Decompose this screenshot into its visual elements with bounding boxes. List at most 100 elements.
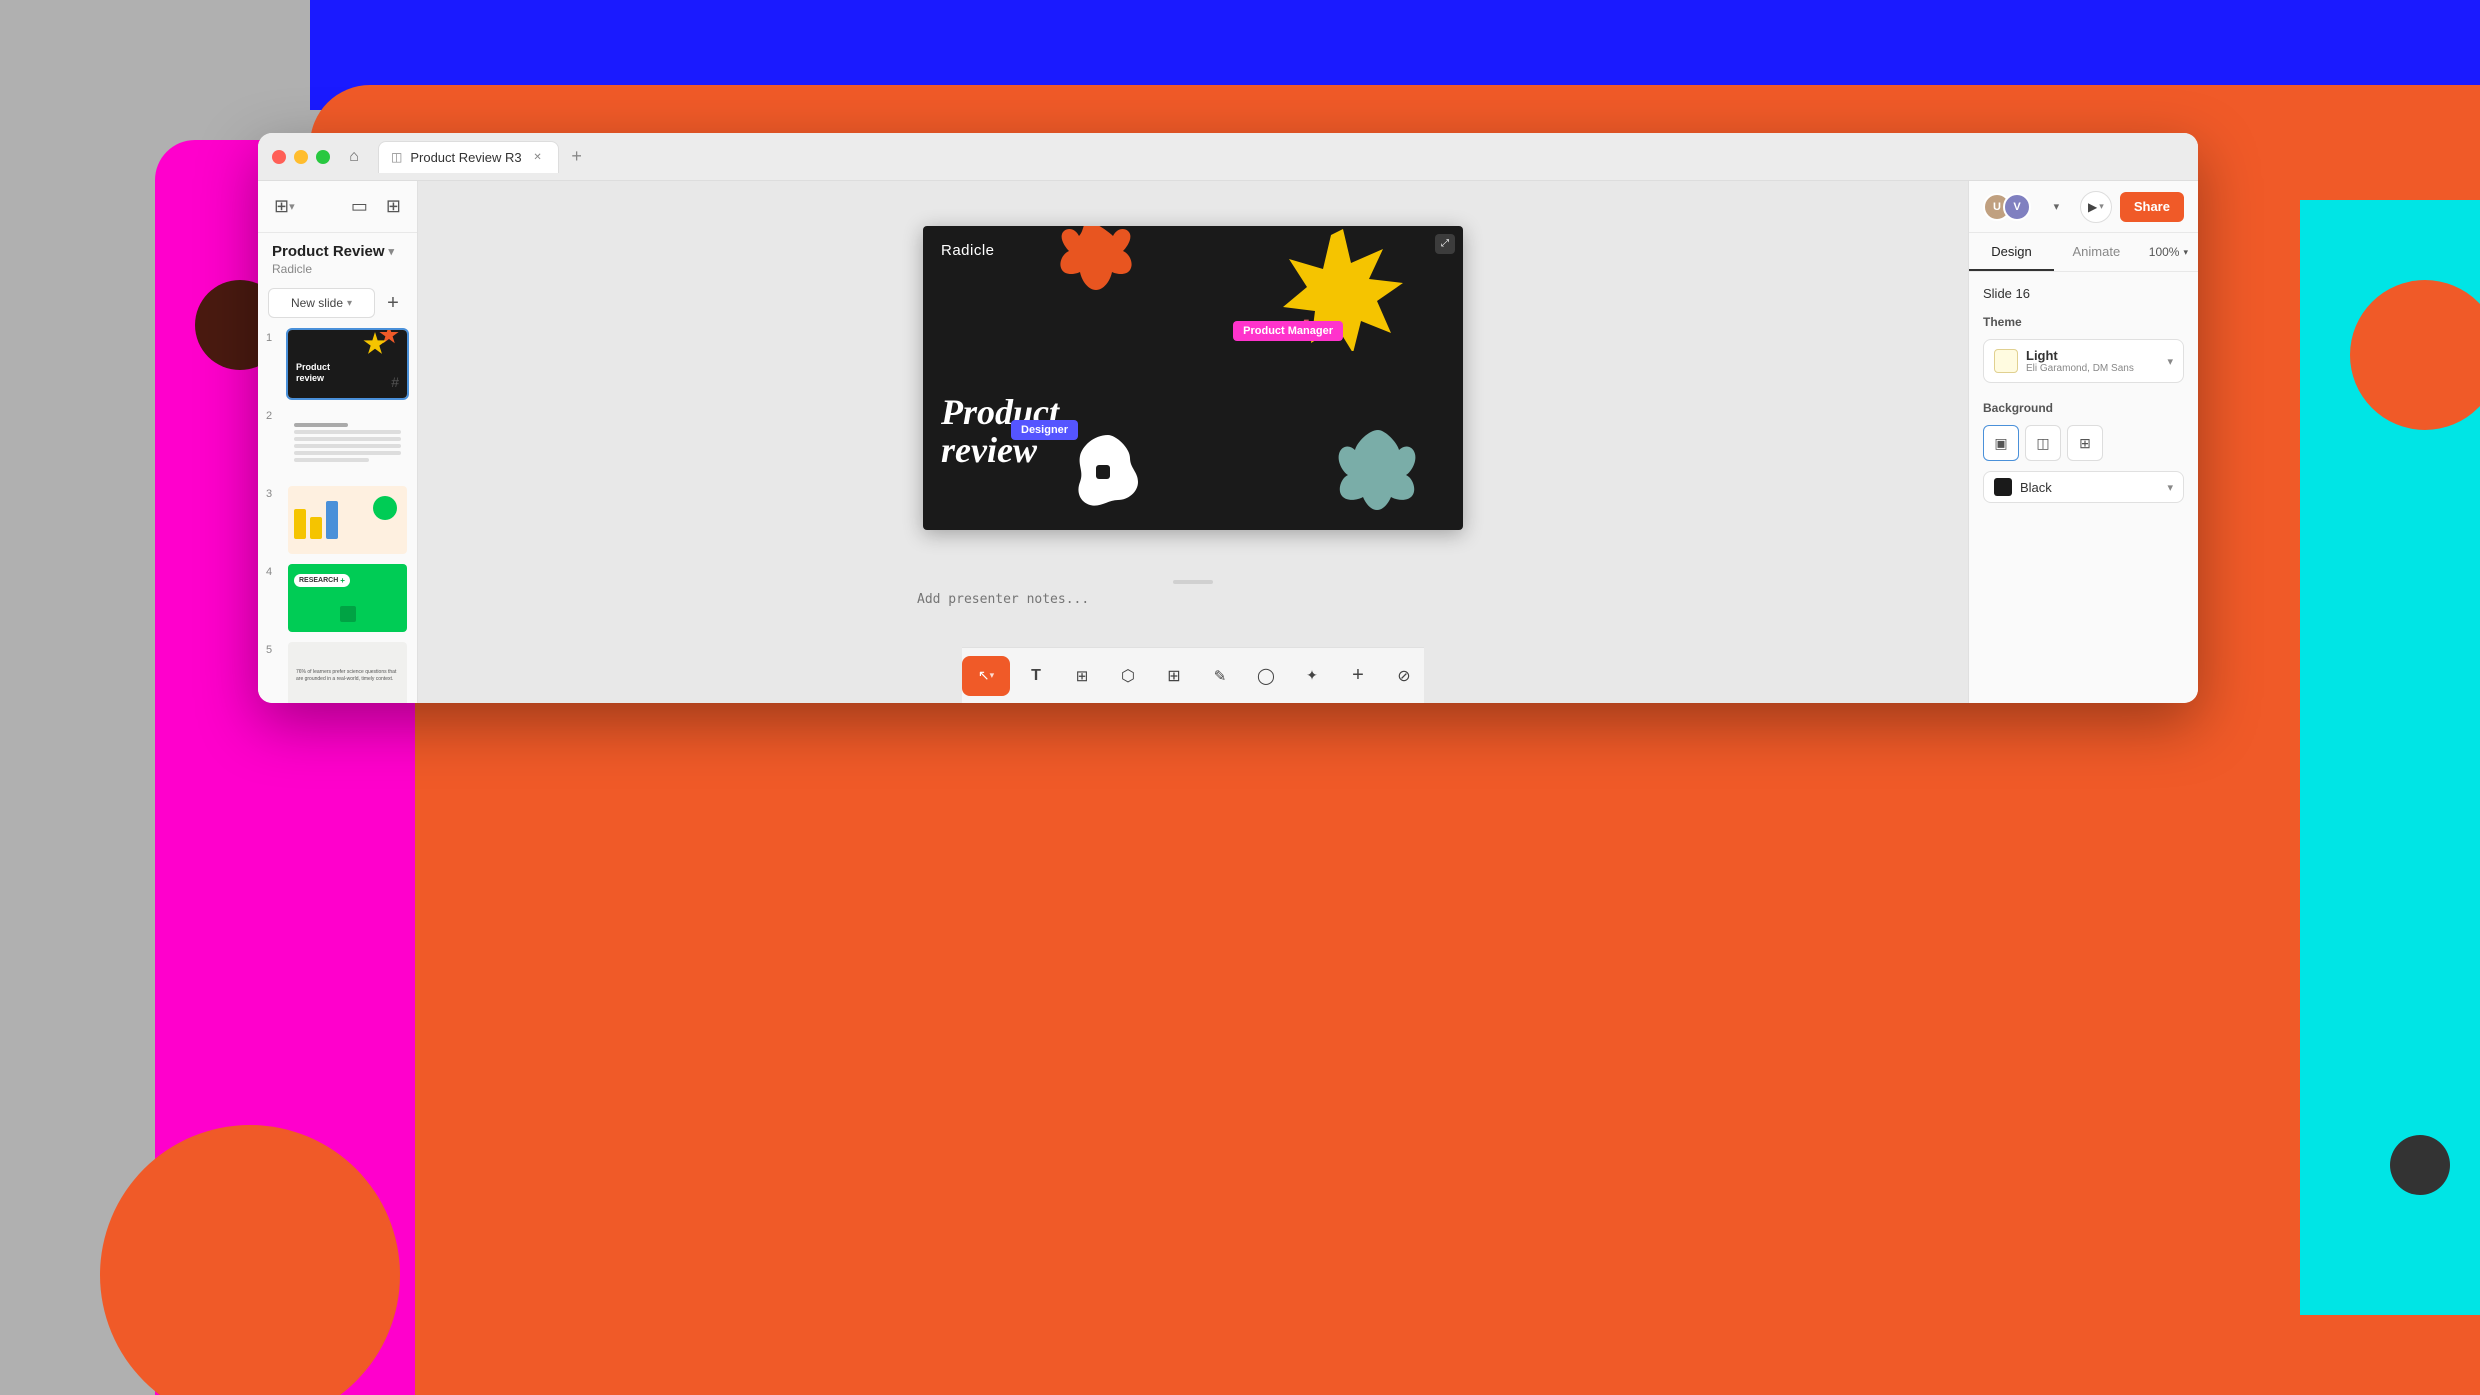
minimize-button[interactable]: [294, 150, 308, 164]
teal-gear-shape: [1323, 420, 1433, 530]
add-element-button[interactable]: +: [1338, 656, 1378, 696]
slide-item-3[interactable]: 3: [266, 484, 409, 556]
theme-info: Light Eli Garamond, DM Sans: [2026, 348, 2167, 374]
theme-section: Theme Light Eli Garamond, DM Sans ▾: [1983, 315, 2184, 383]
collaborators-dropdown[interactable]: ▾: [2054, 200, 2060, 213]
presentation-name-btn[interactable]: Product Review ▾: [272, 243, 403, 260]
background-section: Background ▣ ◫ ⊞ Bla: [1983, 401, 2184, 503]
bubble-icon: ◯: [1257, 666, 1275, 686]
maximize-button[interactable]: [316, 150, 330, 164]
drawing-icon: ✎: [1214, 667, 1227, 685]
bg-gradient-button[interactable]: ◫: [2025, 425, 2061, 461]
text-icon: T: [1031, 667, 1041, 685]
theme-section-title: Theme: [1983, 315, 2184, 329]
notes-input[interactable]: [917, 592, 1469, 632]
more-tools-button[interactable]: ⊘: [1384, 656, 1424, 696]
slide-thumb-2[interactable]: [286, 406, 409, 478]
theme-selector[interactable]: Light Eli Garamond, DM Sans ▾: [1983, 339, 2184, 383]
collaborators-avatars: U V: [1983, 193, 2031, 221]
tab-bar: ◫ Product Review R3 ✕ +: [378, 141, 2184, 173]
slide-thumb-3[interactable]: [286, 484, 409, 556]
main-content: ⊞ ▾ ▭ ⊞ Product Review ▾ Radicle: [258, 181, 2198, 703]
new-slide-bar: New slide ▾ +: [258, 282, 417, 324]
slide-item-2[interactable]: 2: [266, 406, 409, 478]
bg-gradient-icon: ◫: [2036, 435, 2049, 452]
active-tab[interactable]: ◫ Product Review R3 ✕: [378, 141, 559, 173]
bg-image-button[interactable]: ⊞: [2067, 425, 2103, 461]
view-grid-button[interactable]: ⊞: [382, 192, 405, 221]
grid-icon: ⊞: [274, 196, 289, 217]
new-slide-chevron-icon: ▾: [347, 298, 352, 309]
right-panel: U V ▾ ▶ ▾ Share Design: [1968, 181, 2198, 703]
select-dropdown-icon: ▾: [990, 670, 995, 681]
notes-area: [903, 574, 1483, 647]
slide-canvas[interactable]: Radicle ↖: [923, 226, 1463, 530]
share-button[interactable]: Share: [2120, 192, 2184, 222]
add-slide-button[interactable]: +: [379, 289, 407, 317]
slide-number-4: 4: [266, 566, 280, 578]
layout-toggle-button[interactable]: ⊞ ▾: [270, 192, 299, 221]
presentation-name-text: Product Review: [272, 243, 385, 260]
shapes-tool-button[interactable]: ⬡: [1108, 656, 1148, 696]
right-header: U V ▾ ▶ ▾ Share: [1969, 181, 2198, 233]
right-panel-tabs: Design Animate 100% ▾: [1969, 233, 2198, 272]
animate-tab[interactable]: Animate: [2054, 233, 2139, 271]
bg-image-icon: ⊞: [2079, 435, 2091, 452]
right-panel-content: Slide 16 Theme Light Eli Garamond, DM Sa…: [1969, 272, 2198, 703]
bg-solid-button[interactable]: ▣: [1983, 425, 2019, 461]
bg-color-label: Black: [2020, 480, 2167, 495]
smart-tool-button[interactable]: ✦: [1292, 656, 1332, 696]
table-icon: ⊞: [1167, 666, 1180, 686]
text-tool-button[interactable]: T: [1016, 656, 1056, 696]
background-color-picker[interactable]: Black ▾: [1983, 471, 2184, 503]
new-tab-button[interactable]: +: [563, 143, 591, 171]
table-tool-button[interactable]: ⊞: [1154, 656, 1194, 696]
select-icon: ↖: [978, 667, 990, 684]
bg-solid-icon: ▣: [1994, 435, 2007, 452]
more-icon: ⊘: [1397, 666, 1410, 686]
slide-item-5[interactable]: 5 76% of learners prefer science questio…: [266, 640, 409, 703]
slide-thumb-5[interactable]: 76% of learners prefer science questions…: [286, 640, 409, 703]
play-button[interactable]: ▶ ▾: [2080, 191, 2112, 223]
slide-number-5: 5: [266, 644, 280, 656]
theme-chevron-icon: ▾: [2167, 355, 2173, 368]
tab-close-button[interactable]: ✕: [530, 149, 546, 165]
view-single-button[interactable]: ▭: [347, 192, 372, 221]
grid-view-icon: ⊞: [386, 196, 401, 217]
slide-item-4[interactable]: 4 RESEARCH +: [266, 562, 409, 634]
current-slide-display: Slide 16: [1983, 286, 2184, 301]
bg-color-swatch: [1994, 478, 2012, 496]
design-tab[interactable]: Design: [1969, 233, 2054, 271]
image-tool-button[interactable]: ⊞: [1062, 656, 1102, 696]
bubble-tool-button[interactable]: ◯: [1246, 656, 1286, 696]
thumb-plus-icon: +: [340, 576, 345, 585]
thumb-text-5: 76% of learners prefer science questions…: [288, 661, 407, 691]
close-button[interactable]: [272, 150, 286, 164]
app-window: ⌂ ◫ Product Review R3 ✕ + ⊞ ▾ ▭: [258, 133, 2198, 703]
zoom-control[interactable]: 100% ▾: [2139, 233, 2198, 271]
theme-fonts-label: Eli Garamond, DM Sans: [2026, 363, 2167, 374]
slide-expand-button[interactable]: ⤢: [1435, 234, 1455, 254]
white-blob-shape: [1058, 430, 1158, 520]
slide-item-1[interactable]: 1 Productreview #: [266, 328, 409, 400]
tab-icon: ◫: [391, 150, 402, 164]
home-button[interactable]: ⌂: [340, 143, 368, 171]
select-tool-button[interactable]: ↖ ▾: [962, 656, 1010, 696]
thumb-research-badge: RESEARCH +: [294, 574, 350, 587]
header-actions: ▶ ▾ Share: [2080, 191, 2184, 223]
slide-canvas-wrapper: Radicle ↖: [418, 181, 1968, 574]
drawing-tool-button[interactable]: ✎: [1200, 656, 1240, 696]
new-slide-button[interactable]: New slide ▾: [268, 288, 375, 318]
design-tab-label: Design: [1991, 244, 2031, 259]
zoom-chevron-icon: ▾: [2183, 247, 2188, 258]
slide-logo: Radicle: [941, 242, 995, 259]
bg-dark-circle: [2390, 1135, 2450, 1195]
presentation-chevron-icon: ▾: [389, 245, 395, 258]
slide-panel: ⊞ ▾ ▭ ⊞ Product Review ▾ Radicle: [258, 181, 418, 703]
canvas-area: Radicle ↖: [418, 181, 1968, 703]
thumb-hash-icon: #: [391, 374, 399, 390]
slide-thumb-1[interactable]: Productreview #: [286, 328, 409, 400]
slide-thumb-4[interactable]: RESEARCH +: [286, 562, 409, 634]
slides-list: 1 Productreview # 2: [258, 324, 417, 703]
thumb-shape-yellow: [363, 332, 387, 356]
